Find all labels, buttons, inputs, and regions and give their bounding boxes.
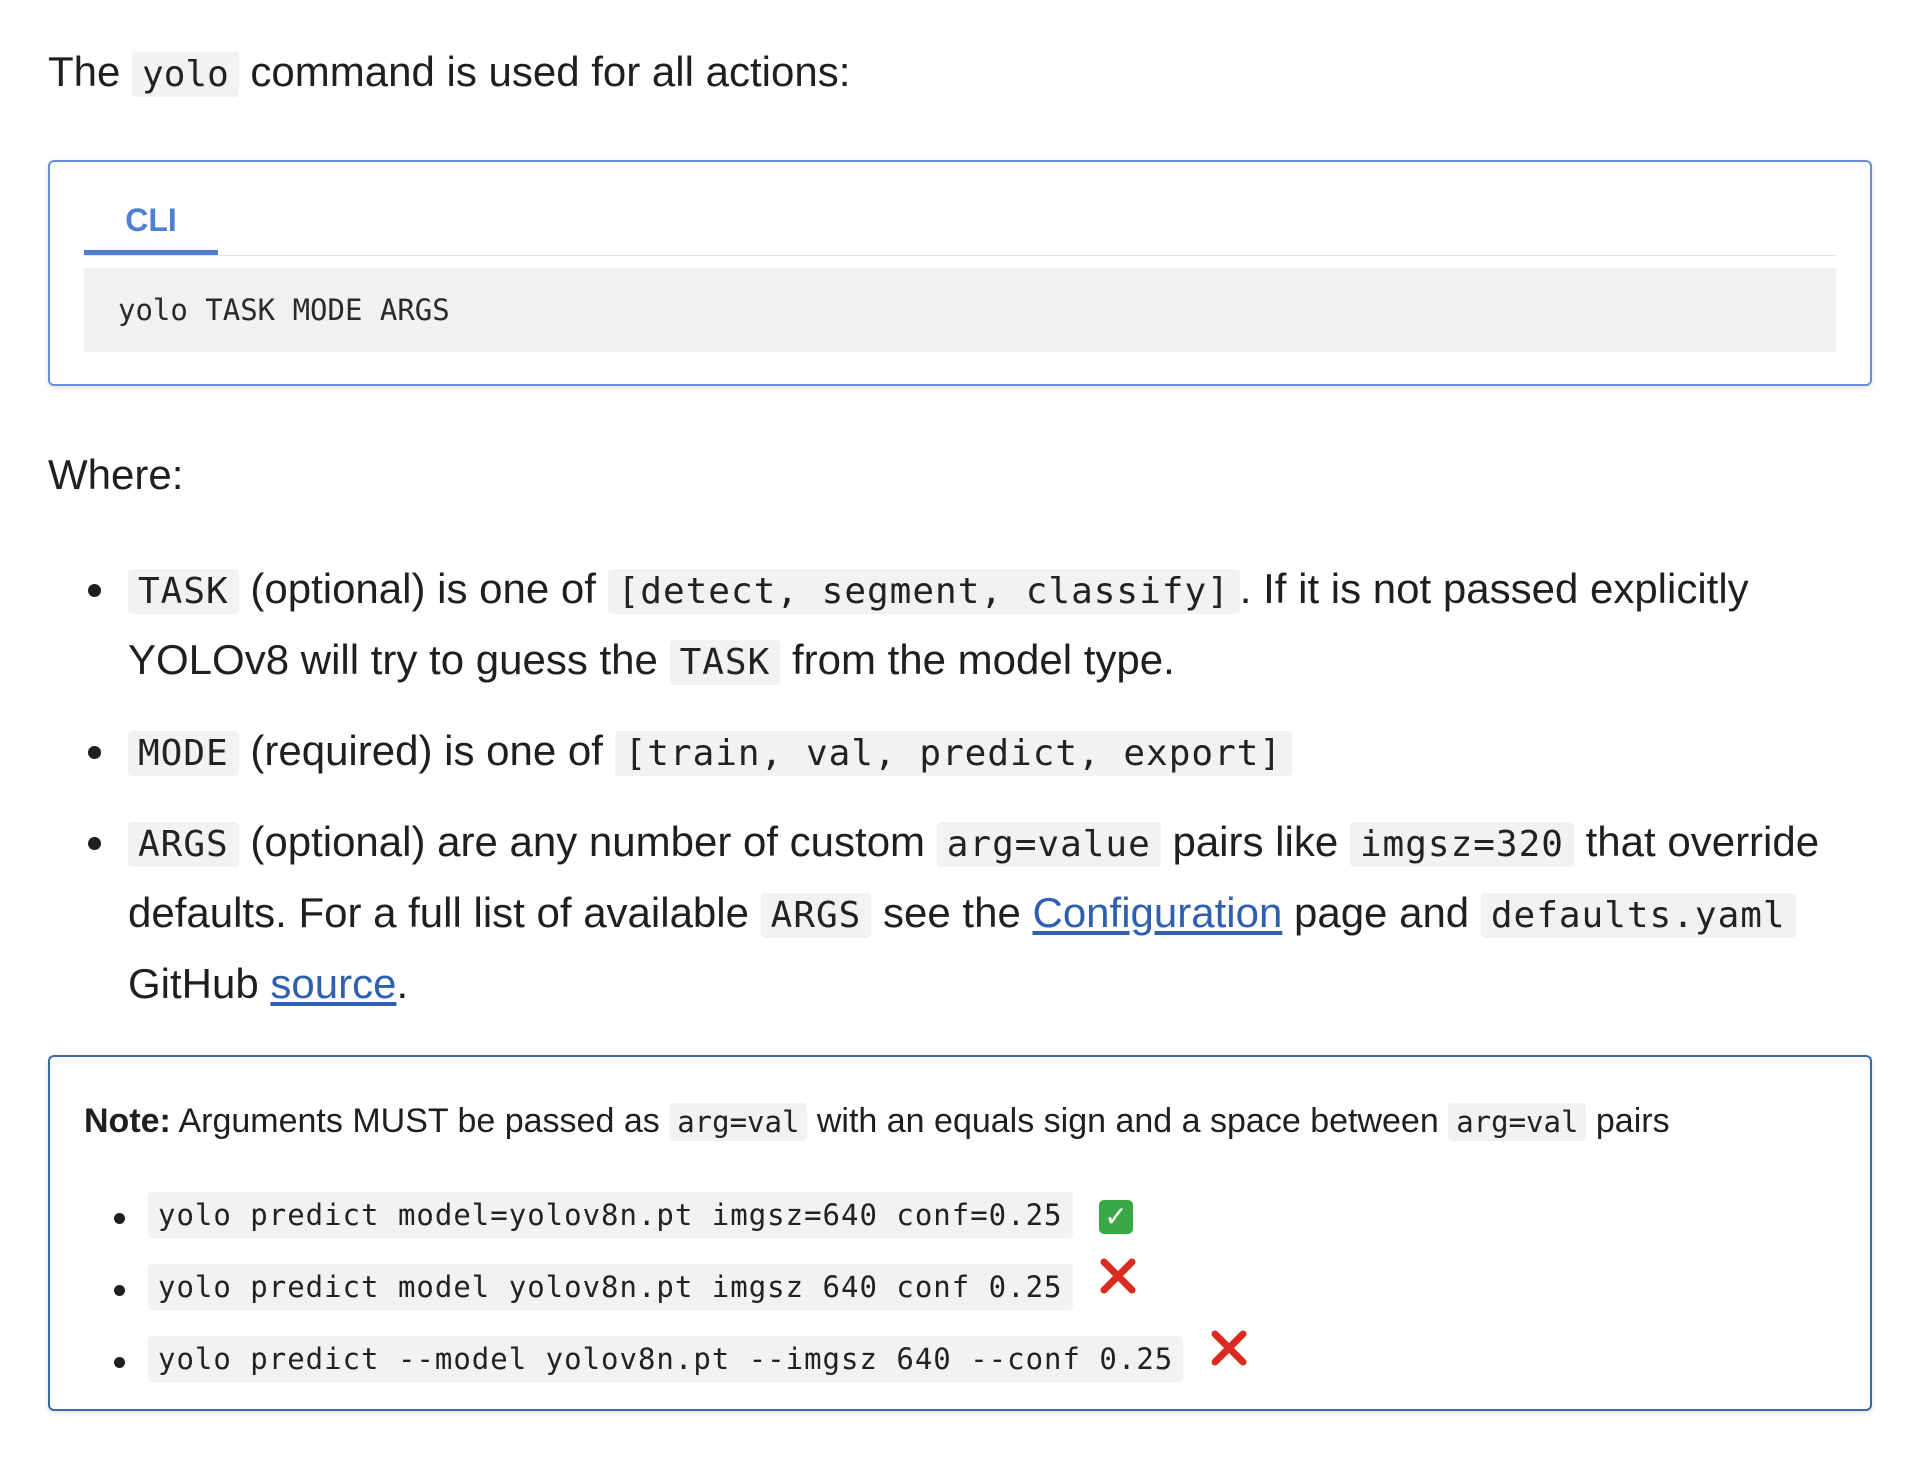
example-code-2: yolo predict model yolov8n.pt imgsz 640 … (148, 1264, 1073, 1310)
inline-code-mode: MODE (128, 731, 239, 776)
mode-text-1: (required) is one of (250, 727, 603, 774)
source-link[interactable]: source (270, 960, 396, 1007)
intro-text-before: The (48, 48, 121, 95)
args-text-1: (optional) are any number of custom (250, 818, 926, 865)
inline-code-imgsz: imgsz=320 (1349, 822, 1574, 867)
cross-mark-icon (1099, 1257, 1137, 1321)
inline-code-defaults-yaml: defaults.yaml (1480, 893, 1796, 938)
cross-mark-icon (1210, 1329, 1248, 1393)
list-item-task: TASK (optional) is one of [detect, segme… (88, 555, 1848, 697)
args-list: TASK (optional) is one of [detect, segme… (88, 555, 1848, 1038)
list-item-example-correct: yolo predict model=yolov8n.pt imgsz=640 … (114, 1185, 1248, 1257)
note-text-2: with an equals sign and a space between (816, 1102, 1439, 1140)
inline-code-task-options: [detect, segment, classify] (607, 569, 1240, 614)
inline-code-task-2: TASK (669, 640, 781, 685)
list-item-args: ARGS (optional) are any number of custom… (88, 808, 1848, 1018)
cli-tabbed-block: CLI yolo TASK MODE ARGS (48, 160, 1872, 386)
args-text-7: . (396, 960, 409, 1007)
note-admonition: Note: Arguments MUST be passed as arg=va… (48, 1055, 1872, 1411)
args-text-5: page and (1293, 889, 1470, 936)
note-text: Note: Arguments MUST be passed as arg=va… (84, 1099, 1670, 1144)
check-mark-icon: ✓ (1098, 1199, 1133, 1234)
configuration-link[interactable]: Configuration (1032, 889, 1282, 936)
note-label: Note: (84, 1102, 171, 1140)
inline-code-yolo: yolo (132, 52, 239, 97)
task-text-3: from the model type. (791, 636, 1175, 683)
inline-code-arg-val: arg=val (669, 1103, 808, 1141)
note-text-1: Arguments MUST be passed as (178, 1102, 660, 1140)
inline-code-mode-options: [train, val, predict, export] (614, 731, 1293, 776)
list-item-example-wrong-2: yolo predict --model yolov8n.pt --imgsz … (114, 1329, 1248, 1401)
args-text-4: see the (883, 889, 1021, 936)
intro-text-after: command is used for all actions: (250, 48, 851, 95)
note-text-3: pairs (1595, 1102, 1670, 1140)
args-text-2: pairs like (1172, 818, 1339, 865)
inline-code-args-2: ARGS (760, 893, 872, 938)
task-text-1: (optional) is one of (250, 565, 596, 612)
example-code-1: yolo predict model=yolov8n.pt imgsz=640 … (148, 1192, 1073, 1238)
intro-paragraph: The yolo command is used for all actions… (48, 44, 850, 103)
tab-divider (84, 255, 1836, 256)
example-code-3: yolo predict --model yolov8n.pt --imgsz … (148, 1336, 1184, 1382)
inline-code-arg-val-2: arg=val (1448, 1103, 1587, 1141)
list-item-mode: MODE (required) is one of [train, val, p… (88, 717, 1848, 788)
where-label: Where: (48, 451, 184, 498)
inline-code-task: TASK (128, 569, 239, 614)
list-item-example-wrong-1: yolo predict model yolov8n.pt imgsz 640 … (114, 1257, 1248, 1329)
inline-code-args: ARGS (128, 822, 239, 867)
args-text-6: GitHub (128, 960, 259, 1007)
inline-code-arg-value: arg=value (936, 822, 1161, 867)
tab-cli[interactable]: CLI (84, 192, 218, 255)
examples-list: yolo predict model=yolov8n.pt imgsz=640 … (114, 1185, 1248, 1401)
cli-code-block: yolo TASK MODE ARGS (84, 268, 1836, 352)
